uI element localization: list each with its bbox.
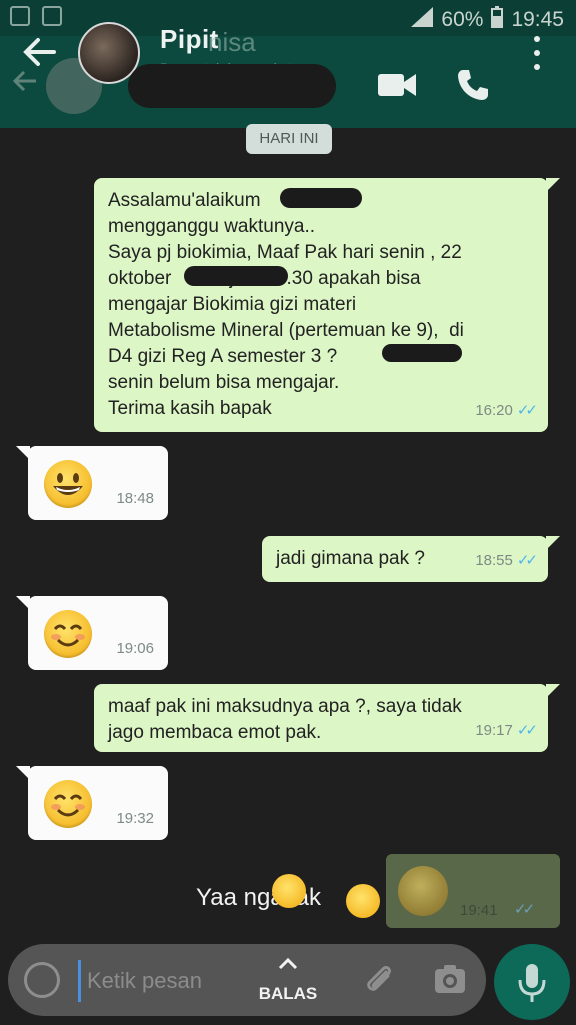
bubble-tail — [16, 446, 30, 460]
laughing-tears-emoji-icon — [272, 874, 306, 908]
message-bubble-incoming[interactable]: 18:48 — [16, 446, 168, 520]
read-ticks-icon: ✓✓ — [516, 402, 538, 419]
redaction-mark — [382, 344, 462, 362]
grinning-face-emoji-icon — [44, 460, 92, 508]
microphone-icon — [518, 964, 546, 1002]
ghost-smiling-face-icon — [398, 866, 448, 916]
gallery-notification-icon — [10, 6, 30, 26]
message-time: 19:06 — [116, 640, 154, 657]
message-bubble-outgoing[interactable]: Assalamu'alaikum maaf mengganggu waktuny… — [94, 178, 560, 432]
message-time: 19:17 — [475, 722, 513, 739]
message-bubble-outgoing[interactable]: jadi gimana pak ? 18:55 ✓✓ — [262, 536, 560, 582]
signal-icon — [411, 7, 434, 33]
smiling-face-emoji-icon — [44, 610, 92, 658]
message-bubble-incoming[interactable]: 19:32 — [16, 766, 168, 840]
message-meta: 19:06 — [116, 636, 154, 662]
chevron-up-icon — [250, 954, 326, 974]
phone-notification-icon — [42, 6, 62, 26]
read-ticks-icon: ✓✓ — [516, 722, 538, 739]
message-meta: 18:48 — [116, 486, 154, 512]
message-meta: 19:17 ✓✓ — [475, 718, 538, 744]
message-text: Assalamu'alaikum maaf mengganggu waktuny… — [108, 190, 464, 419]
bubble-tail — [546, 536, 560, 550]
message-input[interactable] — [78, 960, 249, 1002]
microphone-button[interactable] — [494, 944, 570, 1020]
camera-icon[interactable] — [432, 962, 468, 998]
paperclip-icon[interactable] — [362, 962, 396, 996]
status-left-icons — [10, 6, 62, 26]
clock: 19:45 — [511, 8, 564, 31]
phone-call-icon[interactable] — [456, 68, 490, 102]
redaction-mark — [184, 266, 288, 286]
message-time: 16:20 — [475, 402, 513, 419]
read-ticks-icon: ✓✓ — [516, 552, 538, 569]
bubble-tail — [16, 766, 30, 780]
message-time: 18:48 — [116, 490, 154, 507]
contact-name-ghost: nisa — [208, 27, 256, 57]
redaction-mark — [128, 64, 336, 108]
chat-header: 60% 19:45 Pipit nisa Bersantai dengan ka… — [0, 0, 576, 128]
message-meta: 19:32 — [116, 806, 154, 832]
video-call-icon[interactable] — [378, 72, 416, 98]
message-time: 18:55 — [475, 552, 513, 569]
rolling-laughing-emoji-icon — [346, 884, 380, 918]
ghost-message-time: 19:41 — [460, 902, 498, 919]
ghost-read-ticks-icon: ✓✓ — [514, 901, 535, 918]
message-meta: 16:20 ✓✓ — [475, 398, 538, 424]
bubble-tail — [16, 596, 30, 610]
message-bubble-incoming[interactable]: 19:06 — [16, 596, 168, 670]
battery-icon — [491, 6, 504, 34]
bubble-tail — [546, 684, 560, 698]
ghost-back-arrow-icon — [10, 66, 40, 104]
battery-percent: 60% — [441, 8, 484, 31]
smiling-face-emoji-icon — [44, 780, 92, 828]
message-time: 19:32 — [116, 810, 154, 827]
bubble-tail — [546, 178, 560, 192]
more-options-icon[interactable] — [530, 36, 544, 100]
message-meta: 18:55 ✓✓ — [475, 548, 538, 574]
reply-button[interactable]: BALAS — [250, 954, 326, 1010]
date-chip: HARI INI — [246, 124, 332, 154]
status-right: 60% 19:45 — [411, 6, 564, 34]
emoji-picker-icon[interactable] — [24, 962, 60, 998]
redaction-mark — [280, 188, 362, 208]
reply-button-label: BALAS — [258, 984, 318, 1003]
message-bubble-outgoing[interactable]: maaf pak ini maksudnya apa ?, saya tidak… — [94, 684, 560, 752]
